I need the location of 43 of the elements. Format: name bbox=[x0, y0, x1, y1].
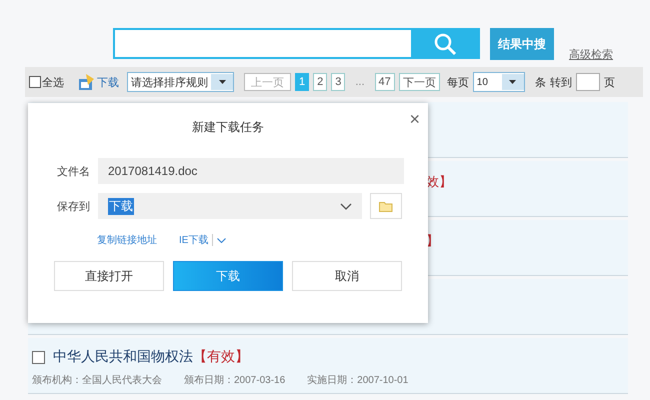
save-location-dropdown[interactable]: 下载 bbox=[98, 193, 362, 219]
chevron-icon bbox=[340, 202, 352, 210]
advanced-search-link[interactable]: 高级检索 bbox=[569, 47, 613, 62]
ie-download-link[interactable]: IE下载 bbox=[179, 233, 208, 247]
result-checkbox[interactable] bbox=[32, 350, 45, 364]
cancel-button[interactable]: 取消 bbox=[292, 261, 402, 291]
download-icon bbox=[78, 73, 96, 91]
per-page-label: 每页 bbox=[446, 76, 469, 90]
page-button[interactable]: 47 bbox=[374, 73, 395, 91]
goto-label: 转到 bbox=[550, 76, 572, 90]
page-suffix: 页 bbox=[604, 76, 615, 90]
result-meta: 颁布机构：全国人民代表大会 bbox=[32, 374, 162, 387]
result-title[interactable]: 中华人民共和国物权法 bbox=[53, 348, 193, 366]
dialog-title: 新建下载任务 bbox=[191, 119, 265, 136]
result-meta: 颁布日期：2007-03-16 bbox=[184, 374, 286, 387]
filename-label: 文件名 bbox=[56, 164, 90, 178]
filename-field[interactable]: 2017081419.doc bbox=[98, 158, 404, 184]
select-all-checkbox[interactable] bbox=[29, 76, 41, 88]
select-all-label: 全选 bbox=[42, 76, 64, 90]
chevron-icon[interactable] bbox=[217, 238, 226, 242]
pagination-ellipsis: ... bbox=[355, 76, 365, 88]
next-page-button[interactable]: 下一页 bbox=[398, 73, 440, 91]
search-icon bbox=[432, 32, 456, 56]
sort-select[interactable]: 请选择排序规则 bbox=[127, 72, 234, 92]
browse-folder-button[interactable] bbox=[370, 193, 402, 219]
copy-link-address-link[interactable]: 复制链接地址 bbox=[97, 233, 157, 247]
per-page-select[interactable]: 10 bbox=[472, 72, 525, 92]
search-field[interactable] bbox=[113, 28, 480, 59]
per-page-unit: 条 bbox=[534, 76, 546, 90]
goto-page-input[interactable] bbox=[576, 73, 600, 91]
page-button[interactable]: 3 bbox=[331, 73, 346, 91]
status-fragment: 】 bbox=[426, 233, 439, 248]
dropdown-arrow-icon bbox=[509, 80, 516, 84]
status-tag: 【有效】 bbox=[193, 348, 249, 366]
folder-icon bbox=[379, 200, 393, 212]
close-button[interactable]: × bbox=[409, 109, 420, 130]
save-to-label: 保存到 bbox=[56, 200, 90, 214]
dropdown-arrow-icon bbox=[218, 80, 226, 84]
download-link[interactable]: 下载 bbox=[97, 74, 119, 90]
result-meta: 实施日期：2007-10-01 bbox=[307, 374, 408, 387]
page-button[interactable]: 2 bbox=[313, 73, 328, 91]
search-button[interactable] bbox=[411, 30, 478, 57]
open-directly-button[interactable]: 直接打开 bbox=[54, 261, 164, 291]
